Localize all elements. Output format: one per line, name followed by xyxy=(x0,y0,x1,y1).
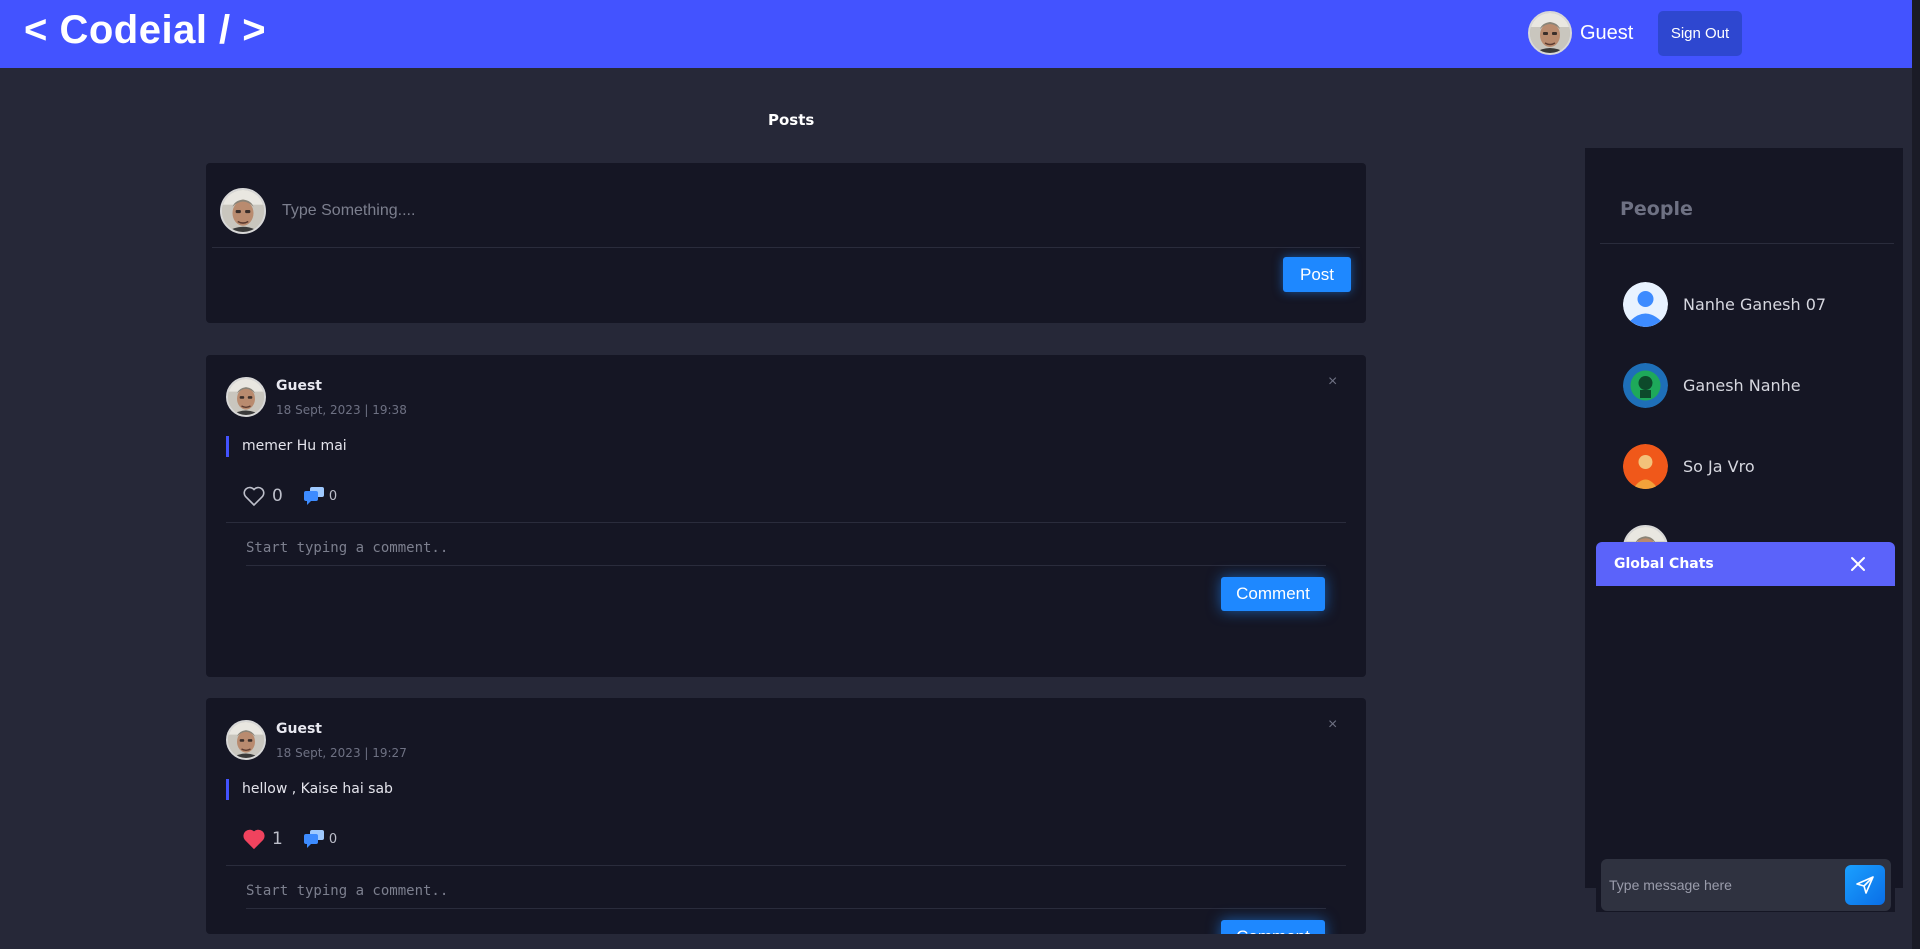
avatar xyxy=(1623,363,1668,408)
global-chat-panel: Global Chats xyxy=(1596,542,1895,912)
delete-post-icon[interactable]: × xyxy=(1328,716,1337,734)
comment-count: 0 xyxy=(328,488,338,504)
avatar[interactable] xyxy=(226,377,266,417)
people-item[interactable]: Ganesh Nanhe xyxy=(1623,363,1801,408)
post-content: memer Hu mai xyxy=(226,436,347,457)
divider xyxy=(1600,243,1894,244)
app-logo[interactable]: < Codeial / > xyxy=(24,8,266,53)
post-actions: 1 0 xyxy=(242,828,337,850)
people-item[interactable]: So Ja Vro xyxy=(1623,444,1755,489)
people-item[interactable]: Nanhe Ganesh 07 xyxy=(1623,282,1826,327)
divider xyxy=(212,247,1360,248)
divider xyxy=(226,522,1346,523)
person-name: So Ja Vro xyxy=(1683,457,1755,476)
like-count: 1 xyxy=(272,829,283,849)
people-heading: People xyxy=(1620,198,1693,220)
send-button[interactable] xyxy=(1845,865,1885,905)
chat-title: Global Chats xyxy=(1614,556,1714,572)
post-card: Guest 18 Sept, 2023 | 19:38 × memer Hu m… xyxy=(206,355,1366,677)
divider xyxy=(226,865,1346,866)
post-composer: Post xyxy=(206,163,1366,323)
comment-input[interactable] xyxy=(246,874,1326,909)
person-name: Ganesh Nanhe xyxy=(1683,376,1801,395)
chat-header: Global Chats xyxy=(1596,542,1895,586)
avatar[interactable] xyxy=(1528,11,1572,55)
comment-icon[interactable] xyxy=(303,829,325,849)
close-icon[interactable] xyxy=(1848,554,1868,574)
chat-message-input[interactable] xyxy=(1605,869,1845,901)
delete-post-icon[interactable]: × xyxy=(1328,373,1337,391)
default-user-icon xyxy=(1623,282,1668,327)
page-scrollbar[interactable] xyxy=(1912,0,1920,949)
posts-heading: Posts xyxy=(768,111,815,129)
person-name: Nanhe Ganesh 07 xyxy=(1683,295,1827,314)
nav-username[interactable]: Guest xyxy=(1580,22,1633,45)
comment-button[interactable]: Comment xyxy=(1221,577,1325,611)
comment-input[interactable] xyxy=(246,531,1326,566)
post-actions: 0 0 xyxy=(242,485,337,507)
sign-out-button[interactable]: Sign Out xyxy=(1658,11,1742,56)
post-timestamp: 18 Sept, 2023 | 19:38 xyxy=(276,403,407,417)
top-navbar: < Codeial / > Guest Sign Out xyxy=(0,0,1920,68)
post-timestamp: 18 Sept, 2023 | 19:27 xyxy=(276,746,407,760)
comment-icon[interactable] xyxy=(303,486,325,506)
avatar xyxy=(220,188,266,234)
like-count: 0 xyxy=(272,486,283,506)
send-icon xyxy=(1856,876,1874,894)
comment-button[interactable]: Comment xyxy=(1221,920,1325,934)
comment-count: 0 xyxy=(328,831,338,847)
post-author[interactable]: Guest xyxy=(276,378,322,394)
avatar[interactable] xyxy=(226,720,266,760)
post-card: Guest 18 Sept, 2023 | 19:27 × hellow , K… xyxy=(206,698,1366,934)
nav-user[interactable]: Guest xyxy=(1528,11,1633,55)
avatar xyxy=(1623,444,1668,489)
like-heart-icon[interactable] xyxy=(242,485,266,507)
post-author[interactable]: Guest xyxy=(276,721,322,737)
post-content: hellow , Kaise hai sab xyxy=(226,779,393,800)
chat-input-bar xyxy=(1601,859,1891,911)
post-button[interactable]: Post xyxy=(1283,257,1351,292)
liked-heart-icon[interactable] xyxy=(242,828,266,850)
new-post-input[interactable] xyxy=(282,195,1342,227)
